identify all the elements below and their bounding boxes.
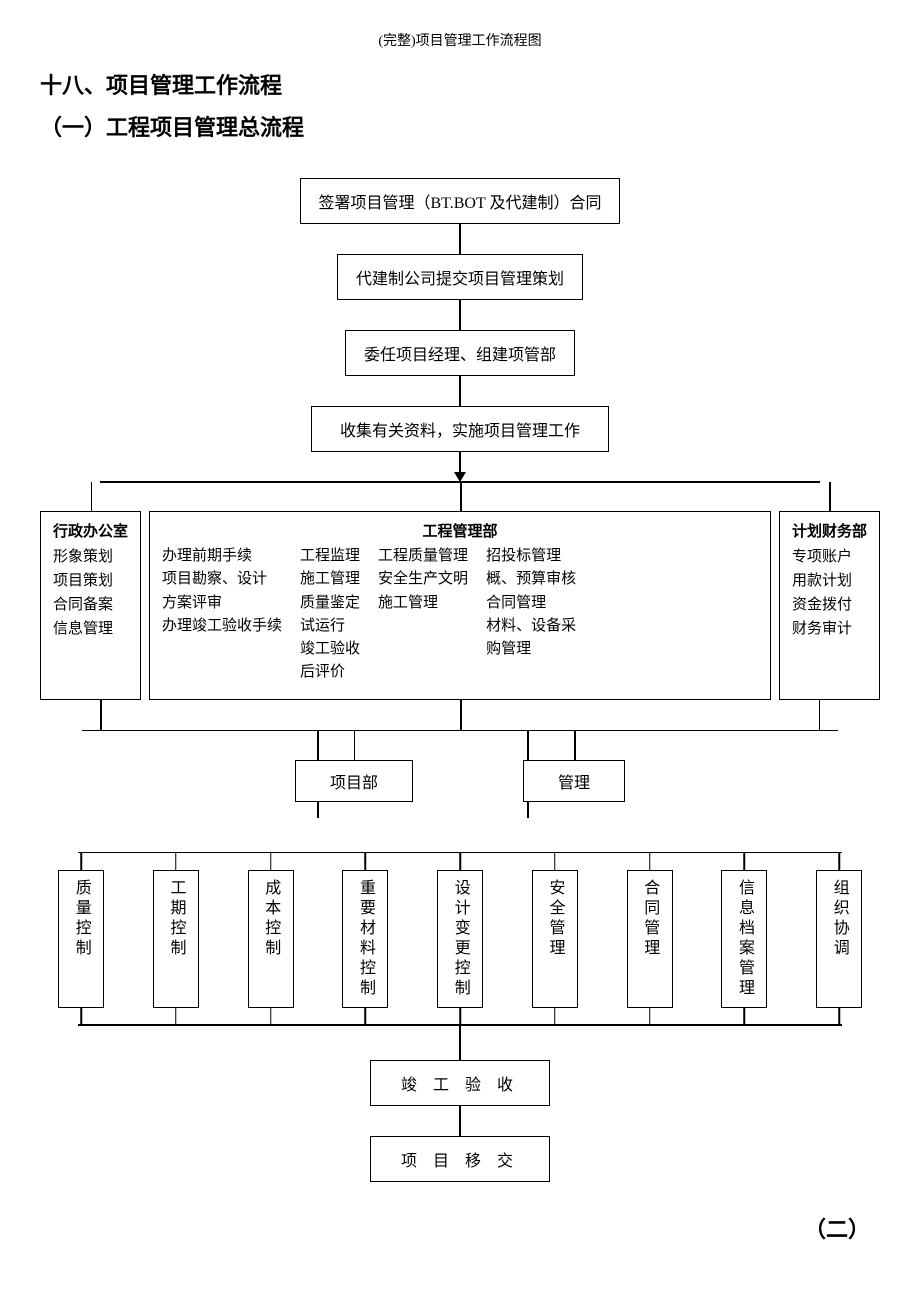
- connector: [100, 700, 102, 730]
- step-4-box: 收集有关资料，实施项目管理工作: [311, 406, 609, 452]
- dept-eng-col1: 办理前期手续项目勘察、设计方案评审办理竣工验收手续: [162, 545, 282, 685]
- management-box: 管理: [523, 760, 625, 802]
- list-item: 工程监理: [300, 545, 360, 568]
- next-section-label: （二）: [40, 1212, 880, 1244]
- dept-engineering-box: 工程管理部 办理前期手续项目勘察、设计方案评审办理竣工验收手续 工程监理施工管理…: [149, 511, 771, 700]
- control-label: 合同管理: [641, 879, 659, 999]
- control-box: 重要材料控制: [342, 870, 388, 1008]
- control-box: 信息档案管理: [721, 870, 767, 1008]
- departments-row: 行政办公室 形象策划项目策划合同备案信息管理 工程管理部 办理前期手续项目勘察、…: [40, 511, 880, 700]
- list-item: 专项账户: [792, 545, 852, 569]
- control-label: 工期控制: [167, 879, 185, 999]
- list-item: 信息管理: [53, 617, 113, 641]
- list-item: 合同管理: [486, 592, 576, 615]
- section-title-2: （一）工程项目管理总流程: [40, 110, 880, 142]
- list-item: 施工管理: [378, 592, 468, 615]
- control-box: 组织协调: [816, 870, 862, 1008]
- connector: [459, 1026, 461, 1060]
- pm-to-ctrl-join: [40, 802, 880, 836]
- list-item: 办理前期手续: [162, 545, 282, 568]
- control-label: 安全管理: [546, 879, 564, 999]
- list-item: 项目策划: [53, 569, 113, 593]
- list-item: 工程质量管理: [378, 545, 468, 568]
- list-item: 合同备案: [53, 593, 113, 617]
- connector: [527, 802, 529, 818]
- control-label: 信息档案管理: [735, 879, 753, 999]
- controls-row: 质量控制 工期控制 成本控制 重要材料控制 设计变更控制 安全管理 合同管理 信息档案管理 组织…: [40, 870, 880, 1008]
- step-1-box: 签署项目管理（BT.BOT 及代建制）合同: [300, 178, 621, 224]
- dept-finance-box: 计划财务部 专项账户用款计划资金拨付财务审计: [779, 511, 880, 700]
- control-label: 成本控制: [262, 879, 280, 999]
- list-item: 招投标管理: [486, 545, 576, 568]
- connector: [78, 1024, 842, 1026]
- control-box: 合同管理: [627, 870, 673, 1008]
- dept-eng-col4: 招投标管理概、预算审核合同管理材料、设备采购管理: [486, 545, 576, 685]
- list-item: 安全生产文明: [378, 568, 468, 591]
- list-item: 财务审计: [792, 617, 852, 641]
- dept-admin-items: 形象策划项目策划合同备案信息管理: [53, 545, 113, 641]
- list-item: 后评价: [300, 661, 360, 684]
- dept-eng-col2: 工程监理施工管理质量鉴定试运行竣工验收后评价: [300, 545, 360, 685]
- list-item: 质量鉴定: [300, 592, 360, 615]
- list-item: 项目勘察、设计: [162, 568, 282, 591]
- list-item: 材料、设备采: [486, 615, 576, 638]
- list-item: 方案评审: [162, 592, 282, 615]
- connector: [527, 730, 529, 760]
- final-handover-box: 项 目 移 交: [370, 1136, 550, 1182]
- list-item: 形象策划: [53, 545, 113, 569]
- section-title-1: 十八、项目管理工作流程: [40, 68, 880, 100]
- control-label: 重要材料控制: [356, 879, 374, 999]
- list-item: 购管理: [486, 638, 576, 661]
- connector: [317, 730, 319, 760]
- list-item: 概、预算审核: [486, 568, 576, 591]
- dept-finance-title: 计划财务部: [792, 520, 867, 541]
- connector: [317, 802, 319, 818]
- control-box: 质量控制: [58, 870, 104, 1008]
- list-item: 试运行: [300, 615, 360, 638]
- final-accept-box: 竣 工 验 收: [370, 1060, 550, 1106]
- document-header: (完整)项目管理工作流程图: [40, 30, 880, 50]
- control-box: 成本控制: [248, 870, 294, 1008]
- list-item: 施工管理: [300, 568, 360, 591]
- list-item: 办理竣工验收手续: [162, 615, 282, 638]
- control-label: 组织协调: [830, 879, 848, 999]
- step-3-box: 委任项目经理、组建项管部: [345, 330, 575, 376]
- dept-admin-title: 行政办公室: [53, 520, 128, 541]
- list-item: 资金拨付: [792, 593, 852, 617]
- dept-finance-items: 专项账户用款计划资金拨付财务审计: [792, 545, 852, 641]
- list-item: 竣工验收: [300, 638, 360, 661]
- top-flow: 签署项目管理（BT.BOT 及代建制）合同 代建制公司提交项目管理策划 委任项目…: [40, 178, 880, 481]
- dept-engineering-title: 工程管理部: [162, 520, 758, 541]
- connector: [459, 376, 461, 406]
- dept-eng-col3: 工程质量管理安全生产文明施工管理: [378, 545, 468, 685]
- control-box: 安全管理: [532, 870, 578, 1008]
- dept-admin-box: 行政办公室 形象策划项目策划合同备案信息管理: [40, 511, 141, 700]
- control-label: 质量控制: [72, 879, 90, 999]
- connector: [459, 452, 461, 474]
- list-item: 用款计划: [792, 569, 852, 593]
- control-box: 设计变更控制: [437, 870, 483, 1008]
- final-flow: 竣 工 验 收 项 目 移 交: [40, 1026, 880, 1182]
- step-2-box: 代建制公司提交项目管理策划: [337, 254, 583, 300]
- control-box: 工期控制: [153, 870, 199, 1008]
- project-dept-box: 项目部: [295, 760, 413, 802]
- connector: [459, 224, 461, 254]
- control-label: 设计变更控制: [451, 879, 469, 999]
- connector: [459, 300, 461, 330]
- connector: [82, 730, 838, 732]
- connector: [819, 700, 821, 730]
- pm-row: 项目部 管理: [40, 760, 880, 802]
- lower-join: [40, 700, 880, 760]
- connector: [460, 700, 462, 730]
- connector: [459, 1106, 461, 1136]
